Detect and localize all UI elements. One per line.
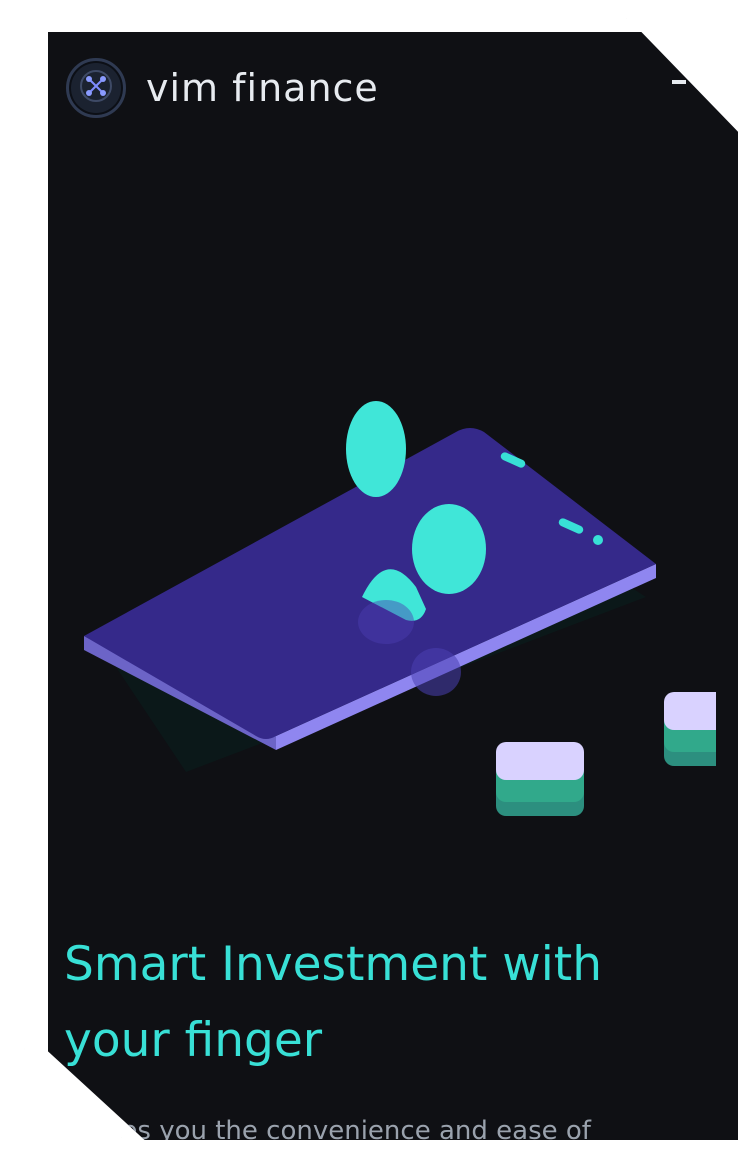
hero-headline: Smart Investment with your finger — [64, 937, 602, 1068]
coin-top — [346, 401, 406, 497]
phone-dot — [593, 535, 603, 545]
coin-reflection-2 — [358, 600, 414, 644]
card-stack-left — [496, 742, 584, 816]
device-frame: vim finance Smart Investment with your f… — [0, 0, 750, 1149]
top-bar: vim finance — [66, 58, 706, 118]
card-stack-right — [664, 692, 738, 766]
hero-illustration — [66, 352, 738, 872]
app-screen: vim finance Smart Investment with your f… — [48, 32, 738, 1140]
coin-right — [412, 504, 486, 594]
crypto-network-icon — [79, 69, 113, 107]
phone-with-coins-illustration — [84, 401, 738, 816]
hero-subtext: ves you the convenience and ease of — [106, 1116, 591, 1140]
brand-name[interactable]: vim finance — [146, 66, 379, 110]
hamburger-icon[interactable] — [672, 80, 686, 84]
coin-reflection — [411, 648, 461, 696]
logo[interactable] — [66, 58, 126, 118]
